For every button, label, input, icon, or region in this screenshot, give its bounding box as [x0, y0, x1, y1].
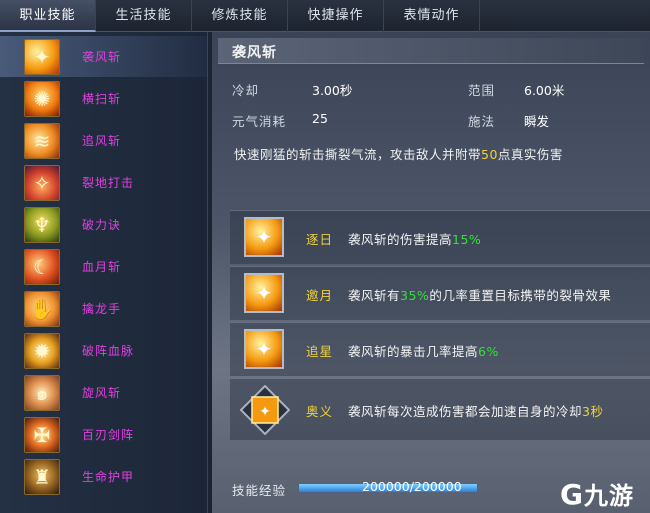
skill-label: 擒龙手	[82, 302, 122, 316]
cost-value: 25	[312, 111, 328, 126]
svg-text:✦: ✦	[259, 404, 271, 420]
talent-name: 奥义	[306, 404, 334, 419]
skill-item[interactable]: ✧ 裂地打击	[0, 162, 208, 203]
skill-label: 破阵血脉	[82, 344, 135, 358]
range-label: 范围	[468, 83, 496, 98]
power-burst-icon: ✹	[24, 332, 60, 369]
cooldown-value: 3.00秒	[312, 83, 353, 98]
skill-label: 追风斩	[82, 134, 122, 148]
skill-label: 袭风斩	[82, 50, 122, 64]
diamond-frame-icon: ✦	[240, 385, 290, 435]
tab-class-skills[interactable]: 职业技能	[0, 0, 96, 32]
talent-number: 35%	[400, 288, 430, 303]
flame-slash-icon: ✦	[244, 273, 284, 313]
talent-text: 袭风斩的伤害提高15%	[348, 229, 481, 248]
tab-life-skills[interactable]: 生活技能	[96, 0, 192, 32]
crescent-icon: ☾	[24, 248, 60, 285]
skill-item[interactable]: ✹ 破阵血脉	[0, 330, 208, 371]
skill-item[interactable]: ≋ 追风斩	[0, 120, 208, 161]
flame-slash-icon: ✦	[244, 217, 284, 257]
skill-label: 血月斩	[82, 260, 122, 274]
skill-item[interactable]: ♜ 生命护甲	[0, 456, 208, 497]
skill-title: 袭风斩	[232, 45, 277, 61]
watermark-text: 九游	[583, 482, 634, 510]
talent-number: 3秒	[582, 404, 604, 419]
cooldown-label: 冷却	[232, 83, 260, 98]
flame-slash-icon: ✦	[24, 38, 60, 75]
skill-exp-value: 200000/200000	[362, 479, 462, 494]
talent-number: 15%	[452, 232, 482, 247]
flame-burst-icon: ✺	[24, 80, 60, 117]
skill-label: 百刃剑阵	[82, 428, 135, 442]
talent-row-yaoyue[interactable]: ✦ 邀月 袭风斩有35%的几率重置目标携带的裂骨效果	[230, 266, 650, 320]
tab-emotes[interactable]: 表情动作	[384, 0, 480, 32]
skill-exp-label: 技能经验	[232, 483, 287, 498]
skill-detail-panel: 袭风斩 冷却 3.00秒 范围 6.00米 元气消耗 25 施法 瞬发 快速刚猛…	[212, 32, 650, 513]
talent-text: 袭风斩每次造成伤害都会加速自身的冷却3秒	[348, 401, 603, 420]
flame-slash-icon: ✦	[244, 329, 284, 369]
talent-name: 逐日	[306, 232, 334, 247]
desc-text-end: 点真实伤害	[497, 147, 563, 162]
skill-list: ✦ 袭风斩 ✺ 横扫斩 ≋ 追风斩 ✧ 裂地打击 ♆ 破力诀 ☾ 血月斩 ✋ 擒…	[0, 32, 208, 513]
talent-text: 袭风斩有35%的几率重置目标携带的裂骨效果	[348, 285, 611, 304]
tab-cultivation-skills[interactable]: 修炼技能	[192, 0, 288, 32]
talent-row-zhuri[interactable]: ✦ 逐日 袭风斩的伤害提高15%	[230, 210, 650, 264]
sword-ring-icon: ✠	[24, 416, 60, 453]
whirlwind-icon: ๑	[24, 374, 60, 411]
talent-name: 邀月	[306, 288, 334, 303]
skill-label: 裂地打击	[82, 176, 135, 190]
talent-text: 袭风斩的暴击几率提高6%	[348, 341, 499, 360]
skill-item[interactable]: ✺ 横扫斩	[0, 78, 208, 119]
skill-item[interactable]: ๑ 旋风斩	[0, 372, 208, 413]
tab-bar: 职业技能 生活技能 修炼技能 快捷操作 表情动作	[0, 0, 650, 32]
skill-label: 横扫斩	[82, 92, 122, 106]
talent-text-pre: 袭风斩的伤害提高	[348, 232, 453, 247]
skill-item[interactable]: ♆ 破力诀	[0, 204, 208, 245]
skill-label: 生命护甲	[82, 470, 135, 484]
talent-number: 6%	[478, 344, 499, 359]
wind-slash-icon: ≋	[24, 122, 60, 159]
cast-value: 瞬发	[524, 114, 550, 129]
desc-text: 快速刚猛的斩击撕裂气流，攻击敌人并附带	[234, 147, 482, 162]
skill-item[interactable]: ✠ 百刃剑阵	[0, 414, 208, 455]
talent-row-zhuixing[interactable]: ✦ 追星 袭风斩的暴击几率提高6%	[230, 322, 650, 376]
talent-row-aoyi[interactable]: ✦ 奥义 袭风斩每次造成伤害都会加速自身的冷却3秒	[230, 378, 650, 440]
claw-icon: ✋	[24, 290, 60, 327]
skill-title-bar: 袭风斩	[218, 38, 644, 64]
skill-label: 旋风斩	[82, 386, 122, 400]
armor-figure-icon: ♜	[24, 458, 60, 495]
range-value: 6.00米	[524, 83, 565, 98]
warrior-stance-icon: ♆	[24, 206, 60, 243]
jiuyou-watermark-logo: G九游	[560, 478, 634, 511]
talent-text-pre: 袭风斩的暴击几率提高	[348, 344, 479, 359]
skill-description: 快速刚猛的斩击撕裂气流，攻击敌人并附带50点真实伤害	[234, 144, 644, 163]
cast-label: 施法	[468, 114, 496, 129]
desc-damage-number: 50	[481, 147, 498, 162]
skill-item[interactable]: ✋ 擒龙手	[0, 288, 208, 329]
tab-quick-actions[interactable]: 快捷操作	[288, 0, 384, 32]
talent-name: 追星	[306, 344, 334, 359]
ground-strike-icon: ✧	[24, 164, 60, 201]
talent-text-post: 的几率重置目标携带的裂骨效果	[429, 288, 612, 303]
talent-text-pre: 袭风斩每次造成伤害都会加速自身的冷却	[348, 404, 583, 419]
cost-label: 元气消耗	[232, 114, 287, 129]
skill-item[interactable]: ☾ 血月斩	[0, 246, 208, 287]
skill-label: 破力诀	[82, 218, 122, 232]
skill-item-xifengzhan[interactable]: ✦ 袭风斩	[0, 36, 208, 77]
talent-text-pre: 袭风斩有	[348, 288, 401, 303]
